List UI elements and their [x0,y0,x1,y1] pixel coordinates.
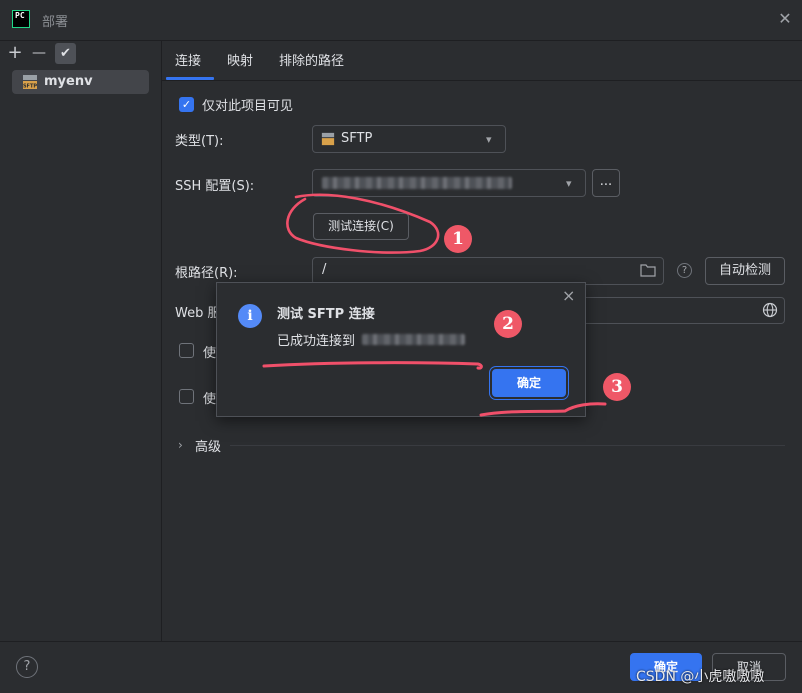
chevron-down-icon: ▾ [486,133,492,146]
svg-text:SFTP: SFTP [23,84,37,90]
use-option-checkbox-1[interactable] [179,343,194,358]
popup-ok-button[interactable]: 确定 [492,369,566,397]
annotation-marker-2: 2 [494,310,522,338]
server-name: myenv [44,74,93,89]
chevron-down-icon: ▾ [566,177,572,190]
autodetect-button[interactable]: 自动检测 [705,257,785,285]
add-server-button[interactable]: + [5,44,25,64]
help-circle-icon[interactable]: ? [677,263,692,278]
sftp-type-icon [321,132,335,146]
ssh-config-label: SSH 配置(S): [175,179,255,194]
set-default-button[interactable]: ✔ [55,43,76,64]
popup-title: 测试 SFTP 连接 [277,307,375,322]
popup-message: 已成功连接到 [277,334,356,349]
use-option-label-2: 使 [203,392,217,407]
root-path-label: 根路径(R): [175,266,238,281]
annotation-marker-3: 3 [603,373,631,401]
popup-close-icon[interactable]: × [562,286,575,305]
visible-only-label: 仅对此项目可见 [202,99,294,114]
type-label: 类型(T): [175,134,224,149]
globe-icon[interactable] [762,302,778,318]
type-value: SFTP [341,131,373,146]
root-path-input[interactable] [312,257,664,285]
annotation-marker-1: 1 [444,225,472,253]
redacted-ssh-config [322,177,512,189]
pycharm-logo-icon: PC [12,10,30,28]
title-bar [0,0,802,41]
info-icon: i [238,304,262,328]
footer-divider [0,641,802,642]
advanced-divider [230,445,785,446]
visible-only-checkbox[interactable]: ✓ [179,97,194,112]
web-server-label: Web 服 [175,306,221,321]
close-window-icon[interactable]: ✕ [776,10,794,28]
ssh-config-more-button[interactable]: ... [592,169,620,197]
help-button[interactable]: ? [16,656,38,678]
test-connection-button[interactable]: 测试连接(C) [313,213,409,240]
folder-icon[interactable] [640,263,656,277]
tabs-divider [162,80,802,81]
tab-excluded-paths[interactable]: 排除的路径 [279,50,344,69]
sidebar [0,41,162,641]
remove-server-button[interactable]: — [29,44,49,64]
root-path-value: / [322,262,327,277]
sftp-server-icon: SFTP [23,75,37,90]
chevron-right-icon[interactable]: › [178,438,183,452]
tab-connection[interactable]: 连接 [175,50,201,69]
tab-mappings[interactable]: 映射 [227,50,253,69]
watermark: CSDN @小虎嗷嗷嗷 [636,669,765,685]
use-option-checkbox-2[interactable] [179,389,194,404]
use-option-label-1: 使 [203,346,217,361]
window-title: 部署 [42,15,69,30]
advanced-section-toggle[interactable]: 高级 [195,436,221,455]
redacted-host [362,334,465,345]
web-server-input[interactable] [586,297,785,324]
